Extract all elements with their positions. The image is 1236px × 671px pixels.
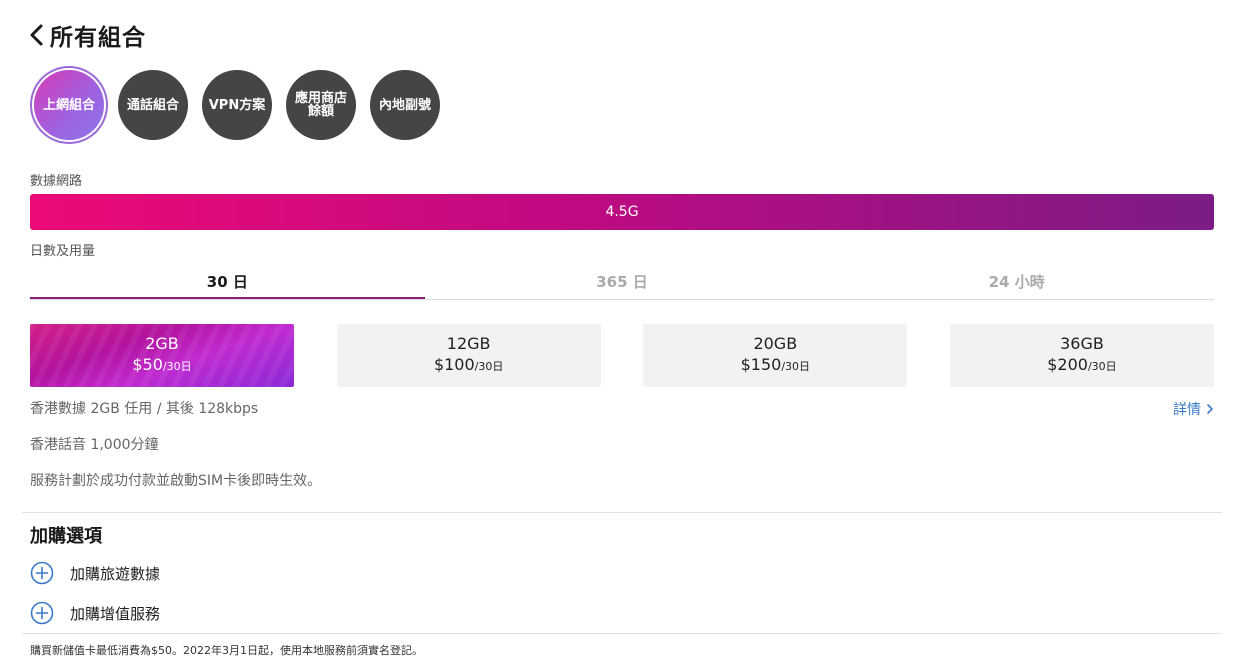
plan-price-value: $100 bbox=[433, 354, 475, 374]
plan-options: 2GB $50/30日 12GB $100/30日 20GB $150/30日 … bbox=[30, 324, 1214, 387]
plan-size: 2GB bbox=[145, 333, 179, 353]
plan-card-20gb[interactable]: 20GB $150/30日 bbox=[643, 324, 908, 387]
addon-label: 加購旅遊數據 bbox=[70, 564, 161, 583]
plan-activation-note: 服務計劃於成功付款並啟動SIM卡後即時生效。 bbox=[30, 473, 322, 489]
details-label: 詳情 bbox=[1173, 402, 1201, 418]
footer-note: 購買新儲值卡最低消費為$50。2022年3月1日起，使用本地服務前須實名登記。 bbox=[30, 644, 423, 657]
plan-card-36gb[interactable]: 36GB $200/30日 bbox=[949, 324, 1214, 387]
tab-30-days[interactable]: 30 日 bbox=[30, 266, 425, 299]
category-voice-bundle[interactable]: 通話組合 bbox=[118, 70, 188, 140]
addon-label: 加購增值服務 bbox=[70, 604, 161, 623]
plus-circle-icon[interactable] bbox=[30, 561, 54, 585]
category-data-bundle[interactable]: 上網組合 bbox=[34, 70, 104, 140]
category-mainland-number[interactable]: 內地副號 bbox=[370, 70, 440, 140]
duration-tabs: 30 日 365 日 24 小時 bbox=[30, 266, 1214, 300]
plan-price-value: $200 bbox=[1047, 354, 1088, 374]
tab-24-hours[interactable]: 24 小時 bbox=[819, 266, 1214, 299]
plan-price: $150/30日 bbox=[741, 354, 810, 378]
category-vpn-plan[interactable]: VPN方案 bbox=[202, 70, 272, 140]
plan-price: $200/30日 bbox=[1047, 354, 1116, 378]
plan-price: $100/30日 bbox=[434, 354, 503, 378]
plan-price-value: $50 bbox=[132, 354, 163, 374]
plan-price-value: $150 bbox=[740, 354, 782, 374]
chevron-right-icon bbox=[1207, 404, 1213, 414]
plan-voice-info: 香港話音 1,000分鐘 bbox=[30, 437, 159, 453]
tab-365-days[interactable]: 365 日 bbox=[425, 266, 820, 299]
network-option-4-5g[interactable]: 4.5G bbox=[30, 194, 1214, 230]
plan-card-2gb[interactable]: 2GB $50/30日 bbox=[30, 324, 294, 387]
plan-data-info: 香港數據 2GB 任用 / 其後 128kbps bbox=[30, 401, 259, 417]
category-app-store-balance[interactable]: 應用商店 餘額 bbox=[286, 70, 356, 140]
chevron-left-icon[interactable] bbox=[28, 23, 46, 47]
category-selector: 上網組合 通話組合 VPN方案 應用商店 餘額 內地副號 bbox=[34, 70, 454, 140]
plus-circle-icon[interactable] bbox=[30, 601, 54, 625]
plan-size: 36GB bbox=[1060, 333, 1104, 353]
plan-card-12gb[interactable]: 12GB $100/30日 bbox=[336, 324, 601, 387]
section-divider bbox=[22, 512, 1222, 513]
plan-price-unit: /30日 bbox=[781, 359, 811, 373]
page-title: 所有組合 bbox=[50, 25, 146, 51]
back-header[interactable]: 所有組合 bbox=[28, 18, 146, 52]
details-link[interactable]: 詳情 bbox=[1173, 399, 1214, 419]
days-usage-label: 日數及用量 bbox=[30, 244, 96, 259]
addon-section-title: 加購選項 bbox=[30, 526, 102, 547]
plan-size: 12GB bbox=[446, 333, 491, 353]
plan-price-unit: /30日 bbox=[1087, 359, 1117, 373]
footer-divider bbox=[22, 633, 1222, 634]
addon-value-added-service[interactable]: 加購增值服務 bbox=[30, 601, 160, 625]
plan-price-unit: /30日 bbox=[474, 359, 504, 373]
plan-price-unit: /30日 bbox=[162, 359, 192, 373]
network-label: 數據網路 bbox=[30, 174, 83, 189]
plan-size: 20GB bbox=[753, 333, 798, 353]
addon-travel-data[interactable]: 加購旅遊數據 bbox=[30, 561, 160, 585]
plan-price: $50/30日 bbox=[132, 354, 191, 378]
